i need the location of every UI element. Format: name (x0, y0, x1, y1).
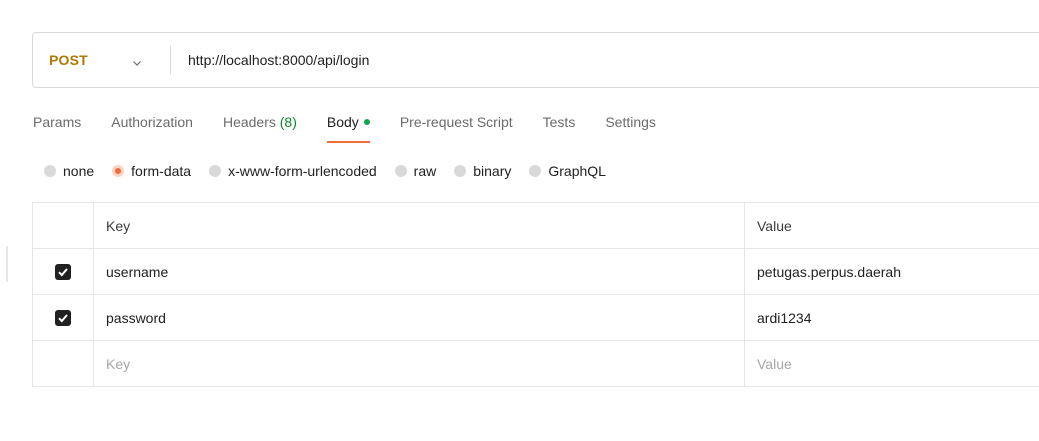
radio-label: x-www-form-urlencoded (228, 163, 377, 179)
tab-label: Settings (605, 114, 656, 130)
radio-icon (454, 165, 467, 177)
active-tab-underline (326, 141, 370, 143)
tab-label: Headers (222, 114, 276, 130)
url-bar: POST (32, 32, 1039, 88)
key-placeholder: Key (106, 355, 131, 372)
tab-headers[interactable]: Headers (8) (223, 114, 297, 144)
tab-label: Params (33, 114, 82, 130)
checkmark-icon (58, 268, 68, 277)
radio-binary[interactable]: binary (454, 163, 511, 179)
tab-params[interactable]: Params (33, 114, 81, 144)
tab-pre-request-script[interactable]: Pre-request Script (400, 114, 513, 144)
header-check-cell (32, 202, 94, 249)
tab-label: Body (326, 114, 359, 130)
body-indicator-dot-icon (363, 119, 370, 125)
radio-label: raw (413, 163, 437, 179)
radio-label: none (63, 163, 95, 179)
headers-count-badge: (8) (279, 114, 297, 130)
radio-graphql[interactable]: GraphQL (529, 163, 606, 179)
radio-label: binary (473, 163, 512, 179)
radio-form-data[interactable]: form-data (112, 163, 191, 179)
panel-resize-handle[interactable] (6, 246, 8, 282)
radio-raw[interactable]: raw (394, 163, 437, 179)
chevron-down-icon (132, 55, 142, 66)
form-data-table: Key Value username petugas.perpus.daerah (32, 202, 1039, 387)
value-cell[interactable]: petugas.perpus.daerah (744, 248, 1039, 295)
radio-icon (44, 165, 56, 177)
value-text: ardi1234 (757, 309, 812, 326)
radio-icon (529, 165, 542, 177)
value-column-header: Value (757, 217, 792, 234)
tab-label: Pre-request Script (399, 114, 513, 130)
table-header-row: Key Value (32, 202, 1039, 249)
key-cell[interactable]: username (93, 248, 745, 295)
row-check-cell (32, 340, 94, 387)
radio-label: form-data (131, 163, 192, 179)
row-check-cell (32, 294, 94, 341)
table-row: password ardi1234 (32, 294, 1039, 341)
row-enabled-checkbox[interactable] (55, 310, 71, 327)
header-value-cell: Value (744, 202, 1039, 249)
tab-body[interactable]: Body (326, 114, 370, 144)
method-select[interactable]: POST (33, 33, 170, 87)
row-check-cell (32, 248, 94, 295)
url-input[interactable] (188, 52, 1039, 68)
radio-icon (394, 165, 407, 177)
request-editor: POST Params Authorization Headers (8) Bo… (0, 0, 1039, 441)
header-key-cell: Key (93, 202, 745, 249)
value-placeholder: Value (757, 355, 792, 372)
row-enabled-checkbox[interactable] (55, 264, 71, 281)
radio-icon (209, 165, 222, 177)
tab-label: Authorization (111, 114, 193, 130)
key-column-header: Key (106, 217, 131, 234)
method-url-divider (170, 46, 171, 74)
tab-authorization[interactable]: Authorization (111, 114, 193, 144)
method-label: POST (49, 52, 88, 68)
table-row-new: Key Value (32, 340, 1039, 387)
tab-label: Tests (542, 114, 576, 130)
radio-x-www-form-urlencoded[interactable]: x-www-form-urlencoded (209, 163, 377, 179)
radio-none[interactable]: none (44, 163, 94, 179)
key-cell[interactable]: password (93, 294, 745, 341)
new-key-cell[interactable]: Key (93, 340, 745, 387)
value-cell[interactable]: ardi1234 (744, 294, 1039, 341)
tab-tests[interactable]: Tests (543, 114, 576, 144)
body-type-selector: none form-data x-www-form-urlencoded raw… (44, 163, 624, 179)
key-text: username (106, 263, 169, 280)
key-text: password (106, 309, 166, 326)
checkmark-icon (58, 314, 68, 323)
table-row: username petugas.perpus.daerah (32, 248, 1039, 295)
radio-label: GraphQL (548, 163, 606, 179)
request-tabs: Params Authorization Headers (8) Body Pr… (33, 114, 686, 144)
new-value-cell[interactable]: Value (744, 340, 1039, 387)
radio-selected-icon (112, 165, 125, 177)
value-text: petugas.perpus.daerah (757, 263, 901, 280)
tab-settings[interactable]: Settings (605, 114, 656, 144)
